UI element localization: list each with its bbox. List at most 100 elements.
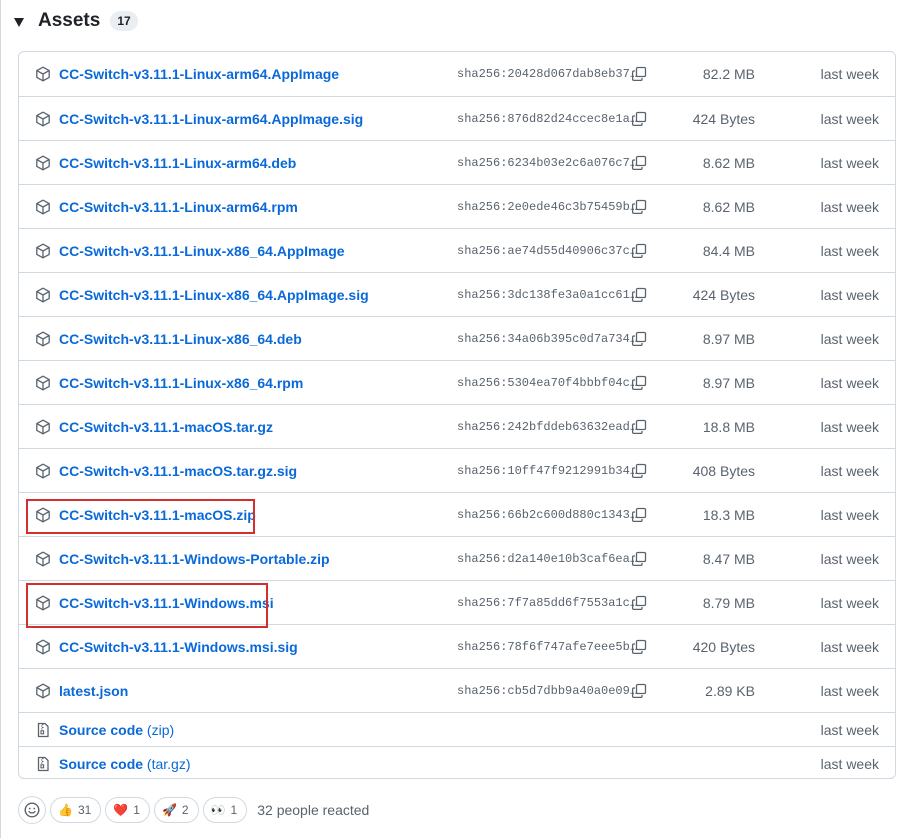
asset-sha256: sha256:cb5d7dbb9a40a0e09… <box>457 683 638 698</box>
asset-download-link[interactable]: CC-Switch-v3.11.1-Linux-arm64.rpm <box>59 199 298 215</box>
asset-sha256: sha256:ae74d55d40906c37c… <box>457 243 638 258</box>
asset-row: CC-Switch-v3.11.1-macOS.tar.gz.sig sha256… <box>19 448 895 492</box>
add-reaction-button[interactable] <box>18 796 46 824</box>
asset-sha256: sha256:242bfddeb63632ead… <box>457 419 638 434</box>
asset-sha256: sha256:876d82d24ccec8e1a… <box>457 111 638 126</box>
asset-size: 8.79 MB <box>702 594 755 611</box>
reaction-pill[interactable]: 👀 1 <box>202 797 248 823</box>
asset-size: 424 Bytes <box>692 110 755 127</box>
copy-icon[interactable] <box>631 66 647 82</box>
copy-icon[interactable] <box>631 155 647 171</box>
file-zip-icon <box>35 722 51 738</box>
reaction-emoji: 👍 <box>58 803 73 817</box>
asset-row: CC-Switch-v3.11.1-Linux-arm64.AppImage sh… <box>19 52 895 96</box>
reactions-summary: 32 people reacted <box>257 802 370 818</box>
asset-sha256: sha256:6234b03e2c6a076c7… <box>457 155 638 170</box>
package-icon <box>35 463 51 479</box>
asset-date: last week <box>820 594 879 611</box>
reaction-count: 2 <box>181 803 189 817</box>
copy-icon[interactable] <box>631 243 647 259</box>
copy-icon[interactable] <box>631 331 647 347</box>
asset-row: CC-Switch-v3.11.1-Linux-x86_64.deb sha256… <box>19 316 895 360</box>
asset-row: CC-Switch-v3.11.1-Windows-Portable.zip sh… <box>19 536 895 580</box>
source-code-label: Source code <box>59 755 144 772</box>
asset-download-link[interactable]: CC-Switch-v3.11.1-Windows.msi <box>59 595 274 611</box>
copy-icon[interactable] <box>631 419 647 435</box>
copy-icon[interactable] <box>631 595 647 611</box>
asset-download-link[interactable]: CC-Switch-v3.11.1-Windows.msi.sig <box>59 639 298 655</box>
asset-size: 84.4 MB <box>702 242 755 259</box>
asset-sha256: sha256:10ff47f9212991b34… <box>457 463 638 478</box>
reaction-pill[interactable]: ❤️ 1 <box>105 797 150 823</box>
reaction-pill[interactable]: 🚀 2 <box>153 797 199 823</box>
asset-sha256: sha256:7f7a85dd6f7553a1c… <box>457 595 638 610</box>
asset-date: last week <box>820 330 879 347</box>
asset-size: 408 Bytes <box>692 462 755 479</box>
asset-date: last week <box>820 418 879 435</box>
copy-icon[interactable] <box>631 375 647 391</box>
copy-icon[interactable] <box>631 463 647 479</box>
package-icon <box>35 639 51 655</box>
source-code-label: Source code <box>59 721 144 738</box>
file-zip-icon <box>35 756 51 772</box>
asset-download-link[interactable]: CC-Switch-v3.11.1-Windows-Portable.zip <box>59 551 330 567</box>
copy-icon[interactable] <box>631 639 647 655</box>
asset-sha256: sha256:5304ea70f4bbbf04c… <box>457 375 638 390</box>
reaction-count: 31 <box>77 803 92 817</box>
assets-title: Assets <box>38 10 101 31</box>
asset-size: 8.62 MB <box>702 198 755 215</box>
source-code-link[interactable]: Source code (tar.gz) <box>59 756 191 772</box>
package-icon <box>35 683 51 699</box>
asset-row: CC-Switch-v3.11.1-macOS.zip sha256:66b2c6… <box>19 492 895 536</box>
asset-row: CC-Switch-v3.11.1-macOS.tar.gz sha256:242… <box>19 404 895 448</box>
package-icon <box>35 66 51 82</box>
assets-header[interactable]: Assets 17 <box>14 8 138 34</box>
package-icon <box>35 155 51 171</box>
asset-date: last week <box>820 198 879 215</box>
asset-download-link[interactable]: CC-Switch-v3.11.1-macOS.tar.gz <box>59 419 273 435</box>
asset-date: last week <box>820 682 879 699</box>
copy-icon[interactable] <box>631 287 647 303</box>
asset-download-link[interactable]: CC-Switch-v3.11.1-Linux-arm64.AppImage.s… <box>59 111 363 127</box>
asset-download-link[interactable]: CC-Switch-v3.11.1-Linux-x86_64.AppImage <box>59 243 345 259</box>
reaction-emoji: 👀 <box>210 803 226 817</box>
asset-row: CC-Switch-v3.11.1-Linux-arm64.AppImage.s… <box>19 96 895 140</box>
asset-date: last week <box>820 110 879 127</box>
source-code-link[interactable]: Source code (zip) <box>59 722 174 738</box>
asset-date: last week <box>820 506 879 523</box>
asset-date: last week <box>820 374 879 391</box>
asset-sha256: sha256:20428d067dab8eb37… <box>457 67 638 81</box>
asset-row: CC-Switch-v3.11.1-Linux-x86_64.AppImage.… <box>19 272 895 316</box>
copy-icon[interactable] <box>631 199 647 215</box>
asset-size: 2.89 KB <box>705 682 755 699</box>
triangle-down-icon[interactable] <box>14 17 24 27</box>
asset-size: 8.97 MB <box>702 330 755 347</box>
asset-download-link[interactable]: CC-Switch-v3.11.1-macOS.tar.gz.sig <box>59 463 297 479</box>
package-icon <box>35 551 51 567</box>
asset-download-link[interactable]: latest.json <box>59 683 128 699</box>
package-icon <box>35 595 51 611</box>
asset-sha256: sha256:34a06b395c0d7a734… <box>457 331 638 346</box>
asset-date: last week <box>820 721 879 738</box>
asset-size: 424 Bytes <box>692 286 755 303</box>
asset-sha256: sha256:d2a140e10b3caf6ea… <box>457 551 638 566</box>
assets-list: CC-Switch-v3.11.1-Linux-arm64.AppImage sh… <box>18 51 896 779</box>
asset-download-link[interactable]: CC-Switch-v3.11.1-Linux-x86_64.rpm <box>59 375 303 391</box>
asset-download-link[interactable]: CC-Switch-v3.11.1-macOS.zip <box>59 507 256 523</box>
copy-icon[interactable] <box>631 111 647 127</box>
reaction-count: 1 <box>230 803 238 817</box>
source-code-format: (tar.gz) <box>146 755 191 772</box>
copy-icon[interactable] <box>631 551 647 567</box>
asset-download-link[interactable]: CC-Switch-v3.11.1-Linux-x86_64.AppImage.… <box>59 287 369 303</box>
copy-icon[interactable] <box>631 507 647 523</box>
asset-download-link[interactable]: CC-Switch-v3.11.1-Linux-arm64.deb <box>59 155 296 171</box>
copy-icon[interactable] <box>631 683 647 699</box>
asset-size: 8.62 MB <box>702 154 755 171</box>
package-icon <box>35 243 51 259</box>
reaction-emoji: 🚀 <box>161 803 177 817</box>
asset-sha256: sha256:2e0ede46c3b75459b… <box>457 199 638 214</box>
asset-download-link[interactable]: CC-Switch-v3.11.1-Linux-x86_64.deb <box>59 331 302 347</box>
asset-date: last week <box>820 242 879 259</box>
asset-download-link[interactable]: CC-Switch-v3.11.1-Linux-arm64.AppImage <box>59 66 339 82</box>
reaction-pill[interactable]: 👍 31 <box>50 797 102 823</box>
